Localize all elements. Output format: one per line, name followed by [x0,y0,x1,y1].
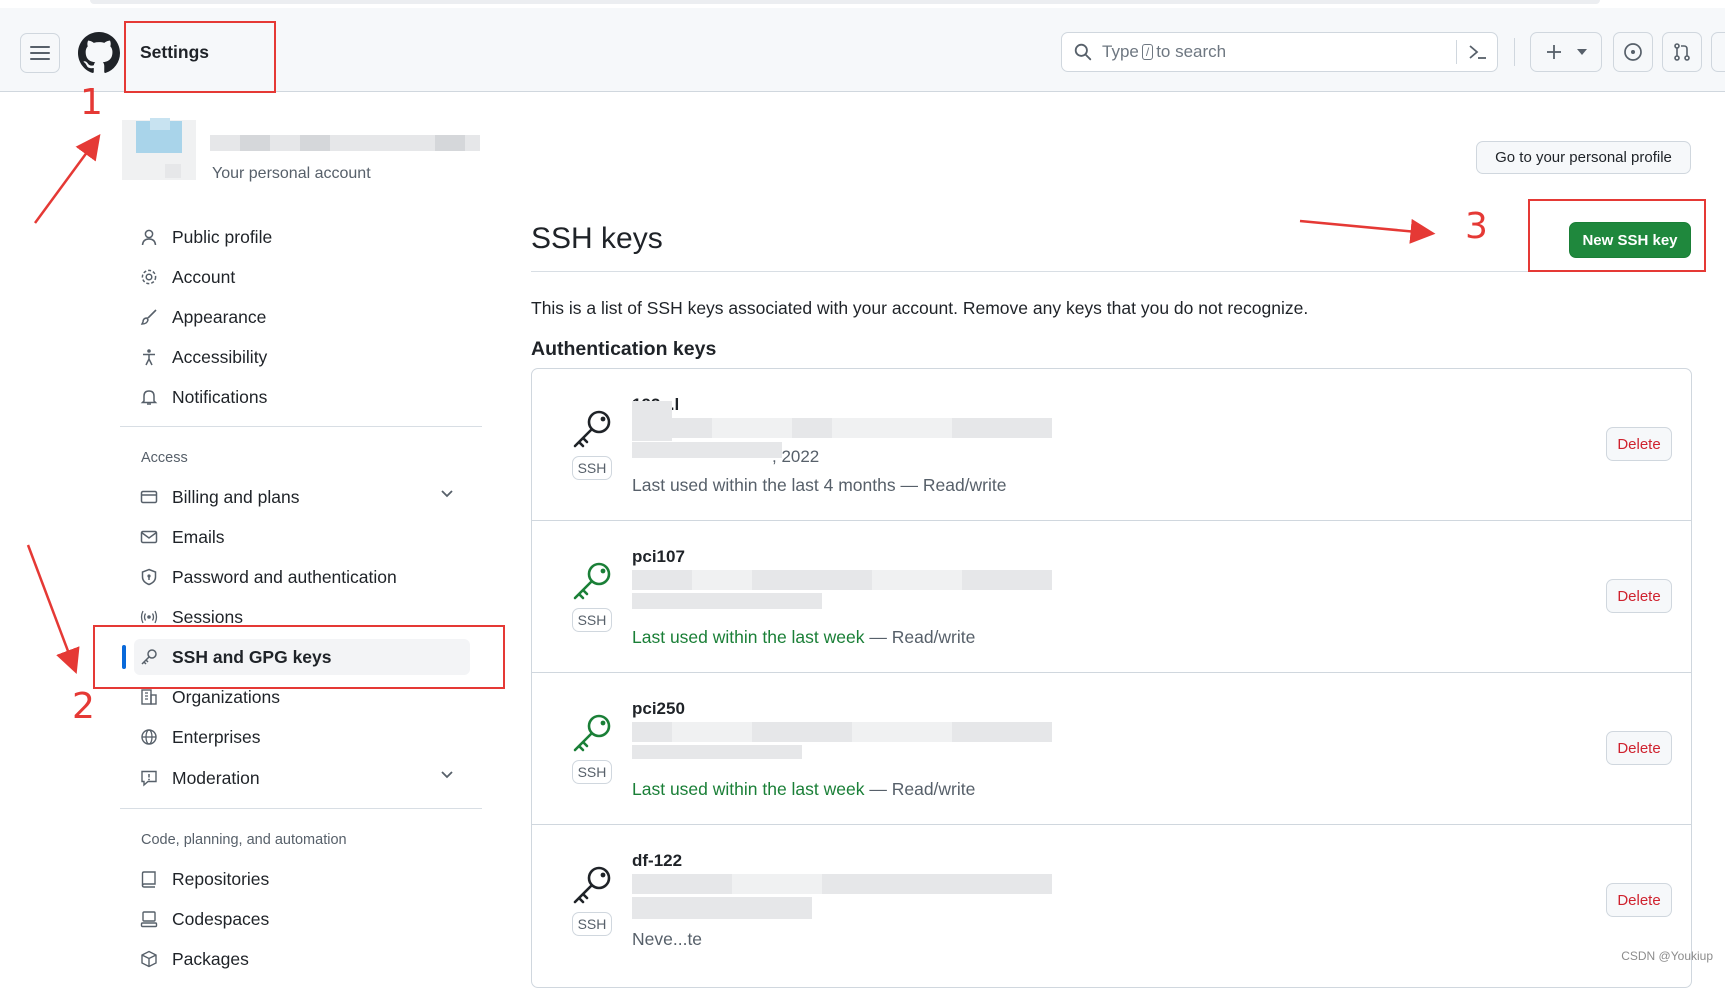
watermark: CSDN @Youkiup [1621,949,1713,963]
annotation-arrows [26,133,1436,675]
annotation-arrow-2 [26,544,80,675]
annotation-arrow-3 [1299,218,1436,244]
annotation-box-ssh-gpg [93,625,505,689]
annotation-number-2: 2 [72,686,95,727]
annotation-number-3: 3 [1465,206,1488,247]
annotation-arrow-1 [33,133,101,224]
annotation-box-new-key [1528,199,1706,272]
